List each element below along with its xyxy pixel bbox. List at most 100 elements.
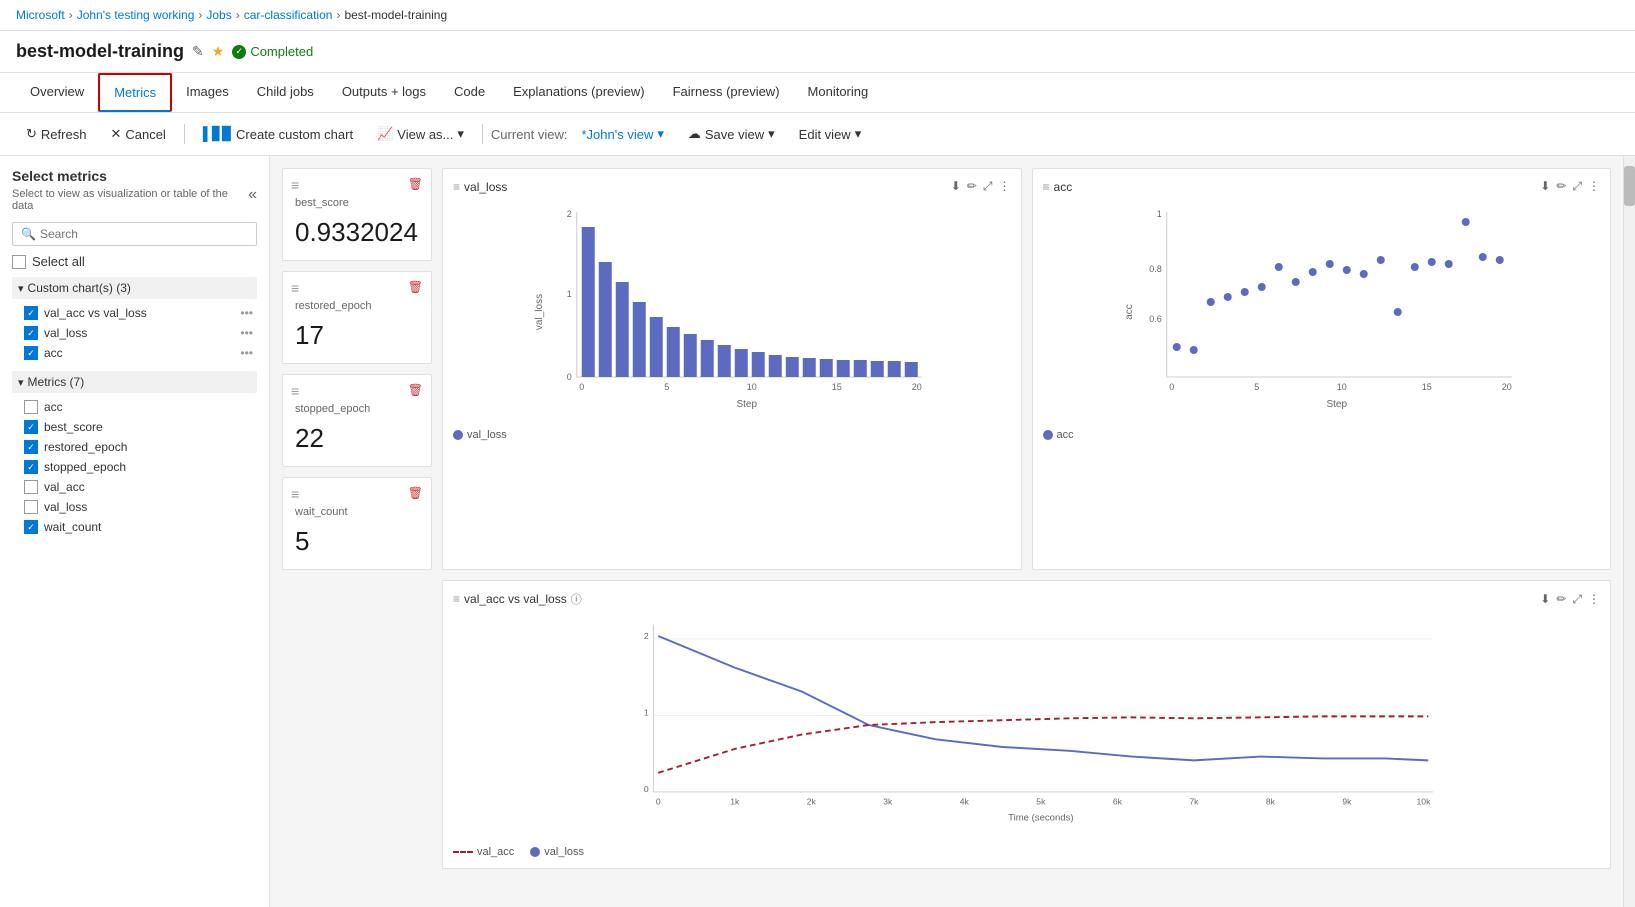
expand-val-loss-icon[interactable]: ⤢ bbox=[983, 179, 993, 194]
list-item: ✓ stopped_epoch bbox=[20, 457, 257, 477]
search-input[interactable] bbox=[40, 227, 248, 241]
metrics-acc-checkbox[interactable] bbox=[24, 400, 38, 414]
delete-restored-epoch-icon[interactable]: 🗑 bbox=[408, 280, 423, 294]
favorite-icon[interactable]: ★ bbox=[212, 43, 225, 60]
download-val-loss-icon[interactable]: ⬇ bbox=[951, 179, 961, 194]
edit-val-loss-icon[interactable]: ✏ bbox=[967, 179, 977, 194]
svg-text:Time (seconds): Time (seconds) bbox=[1008, 813, 1073, 824]
edit-combo-icon[interactable]: ✏ bbox=[1556, 592, 1566, 607]
metrics-best-score-checkbox[interactable]: ✓ bbox=[24, 420, 38, 434]
val-acc-vs-val-loss-checkbox[interactable]: ✓ bbox=[24, 306, 38, 320]
drag-icon[interactable]: ≡ bbox=[453, 180, 460, 194]
val-acc-vs-val-loss-menu[interactable]: ••• bbox=[240, 306, 253, 320]
acc-checkbox[interactable]: ✓ bbox=[24, 346, 38, 360]
edit-acc-icon[interactable]: ✏ bbox=[1556, 179, 1566, 194]
current-view-label: Current view: bbox=[491, 127, 568, 142]
metrics-restored-epoch-checkbox[interactable]: ✓ bbox=[24, 440, 38, 454]
acc-legend-label: acc bbox=[1057, 429, 1074, 441]
breadcrumb-jobs[interactable]: Jobs bbox=[206, 8, 231, 22]
metrics-val-loss-checkbox[interactable] bbox=[24, 500, 38, 514]
val-acc-legend: val_acc bbox=[453, 846, 514, 858]
val-acc-vs-val-loss-actions: ⬇ ✏ ⤢ ⋮ bbox=[1540, 592, 1600, 607]
svg-text:3k: 3k bbox=[883, 796, 893, 806]
tab-code[interactable]: Code bbox=[440, 74, 499, 111]
view-as-button[interactable]: 📈 View as... ▾ bbox=[367, 121, 474, 147]
status-text: Completed bbox=[250, 44, 313, 59]
more-val-loss-icon[interactable]: ⋮ bbox=[999, 179, 1011, 194]
tab-overview[interactable]: Overview bbox=[16, 74, 98, 111]
tab-child-jobs[interactable]: Child jobs bbox=[243, 74, 328, 111]
acc-legend: acc bbox=[1043, 429, 1601, 441]
val-loss-menu[interactable]: ••• bbox=[240, 326, 253, 340]
save-view-label: Save view bbox=[705, 127, 764, 142]
val-loss-chart-actions: ⬇ ✏ ⤢ ⋮ bbox=[951, 179, 1011, 194]
drag-handle-icon[interactable]: ≡ bbox=[291, 177, 299, 193]
download-acc-icon[interactable]: ⬇ bbox=[1540, 179, 1550, 194]
stopped-epoch-value: 22 bbox=[295, 423, 419, 454]
save-view-button[interactable]: ☁ Save view ▾ bbox=[678, 121, 785, 147]
edit-title-icon[interactable]: ✎ bbox=[192, 43, 204, 60]
select-all-label: Select all bbox=[32, 254, 85, 269]
svg-text:5: 5 bbox=[664, 382, 669, 392]
more-combo-icon[interactable]: ⋮ bbox=[1588, 592, 1600, 607]
restored-epoch-value: 17 bbox=[295, 320, 419, 351]
charts-bottom-row: ≡ val_acc vs val_loss ⓘ ⬇ ✏ ⤢ ⋮ bbox=[282, 580, 1611, 869]
svg-text:0: 0 bbox=[644, 784, 649, 794]
svg-text:5k: 5k bbox=[1036, 796, 1046, 806]
list-item: ✓ best_score bbox=[20, 417, 257, 437]
custom-charts-group-header[interactable]: ▾ Custom chart(s) (3) bbox=[12, 277, 257, 299]
acc-menu[interactable]: ••• bbox=[240, 346, 253, 360]
tab-metrics[interactable]: Metrics bbox=[98, 73, 172, 112]
current-view-button[interactable]: *John's view ▾ bbox=[572, 121, 674, 147]
scrollbar[interactable] bbox=[1623, 156, 1635, 907]
create-chart-button[interactable]: ▌▊▉ Create custom chart bbox=[193, 121, 363, 147]
drag-handle-icon-4[interactable]: ≡ bbox=[291, 486, 299, 502]
metrics-group-label: Metrics (7) bbox=[28, 375, 85, 389]
select-all-checkbox[interactable] bbox=[12, 255, 26, 269]
metric-cards-column: ≡ 🗑 best_score 0.9332024 ≡ 🗑 restored_ep… bbox=[282, 168, 432, 570]
metrics-group-header[interactable]: ▾ Metrics (7) bbox=[12, 371, 257, 393]
tab-explanations[interactable]: Explanations (preview) bbox=[499, 74, 659, 111]
drag-icon-combo[interactable]: ≡ bbox=[453, 592, 460, 606]
scrollbar-thumb[interactable] bbox=[1624, 166, 1635, 206]
val-acc-legend-label: val_acc bbox=[477, 846, 514, 858]
svg-text:8k: 8k bbox=[1266, 796, 1276, 806]
svg-text:1: 1 bbox=[567, 289, 572, 299]
tab-outputs-logs[interactable]: Outputs + logs bbox=[328, 74, 440, 111]
breadcrumb-car-classification[interactable]: car-classification bbox=[244, 8, 333, 22]
cancel-button[interactable]: ✕ Cancel bbox=[100, 121, 175, 147]
metrics-wait-count-label: wait_count bbox=[44, 520, 101, 534]
refresh-button[interactable]: ↻ Refresh bbox=[16, 121, 96, 147]
delete-wait-count-icon[interactable]: 🗑 bbox=[408, 486, 423, 500]
drag-handle-icon-2[interactable]: ≡ bbox=[291, 280, 299, 296]
delete-best-score-icon[interactable]: 🗑 bbox=[408, 177, 423, 191]
metrics-restored-epoch-label: restored_epoch bbox=[44, 440, 127, 454]
svg-text:10: 10 bbox=[747, 382, 757, 392]
delete-stopped-epoch-icon[interactable]: 🗑 bbox=[408, 383, 423, 397]
edit-view-button[interactable]: Edit view ▾ bbox=[789, 121, 872, 147]
metrics-stopped-epoch-checkbox[interactable]: ✓ bbox=[24, 460, 38, 474]
drag-icon-acc[interactable]: ≡ bbox=[1043, 180, 1050, 194]
val-loss-checkbox[interactable]: ✓ bbox=[24, 326, 38, 340]
tab-monitoring[interactable]: Monitoring bbox=[794, 74, 883, 111]
metrics-val-acc-checkbox[interactable] bbox=[24, 480, 38, 494]
info-icon[interactable]: ⓘ bbox=[571, 591, 582, 607]
download-combo-icon[interactable]: ⬇ bbox=[1540, 592, 1550, 607]
expand-acc-icon[interactable]: ⤢ bbox=[1572, 179, 1582, 194]
acc-chart-header: ≡ acc ⬇ ✏ ⤢ ⋮ bbox=[1043, 179, 1601, 194]
expand-combo-icon[interactable]: ⤢ bbox=[1572, 592, 1582, 607]
select-all-row: Select all bbox=[12, 254, 257, 269]
breadcrumb-microsoft[interactable]: Microsoft bbox=[16, 8, 65, 22]
current-view-name: *John's view bbox=[582, 127, 654, 142]
collapse-sidebar-button[interactable]: « bbox=[248, 186, 257, 204]
more-acc-icon[interactable]: ⋮ bbox=[1588, 179, 1600, 194]
metrics-wait-count-checkbox[interactable]: ✓ bbox=[24, 520, 38, 534]
breadcrumb-workspace[interactable]: John's testing working bbox=[77, 8, 195, 22]
metrics-stopped-epoch-label: stopped_epoch bbox=[44, 460, 126, 474]
tab-fairness[interactable]: Fairness (preview) bbox=[659, 74, 794, 111]
svg-text:4k: 4k bbox=[960, 796, 970, 806]
svg-text:20: 20 bbox=[1501, 382, 1511, 392]
val-loss-chart-header: ≡ val_loss ⬇ ✏ ⤢ ⋮ bbox=[453, 179, 1011, 194]
drag-handle-icon-3[interactable]: ≡ bbox=[291, 383, 299, 399]
tab-images[interactable]: Images bbox=[172, 74, 243, 111]
